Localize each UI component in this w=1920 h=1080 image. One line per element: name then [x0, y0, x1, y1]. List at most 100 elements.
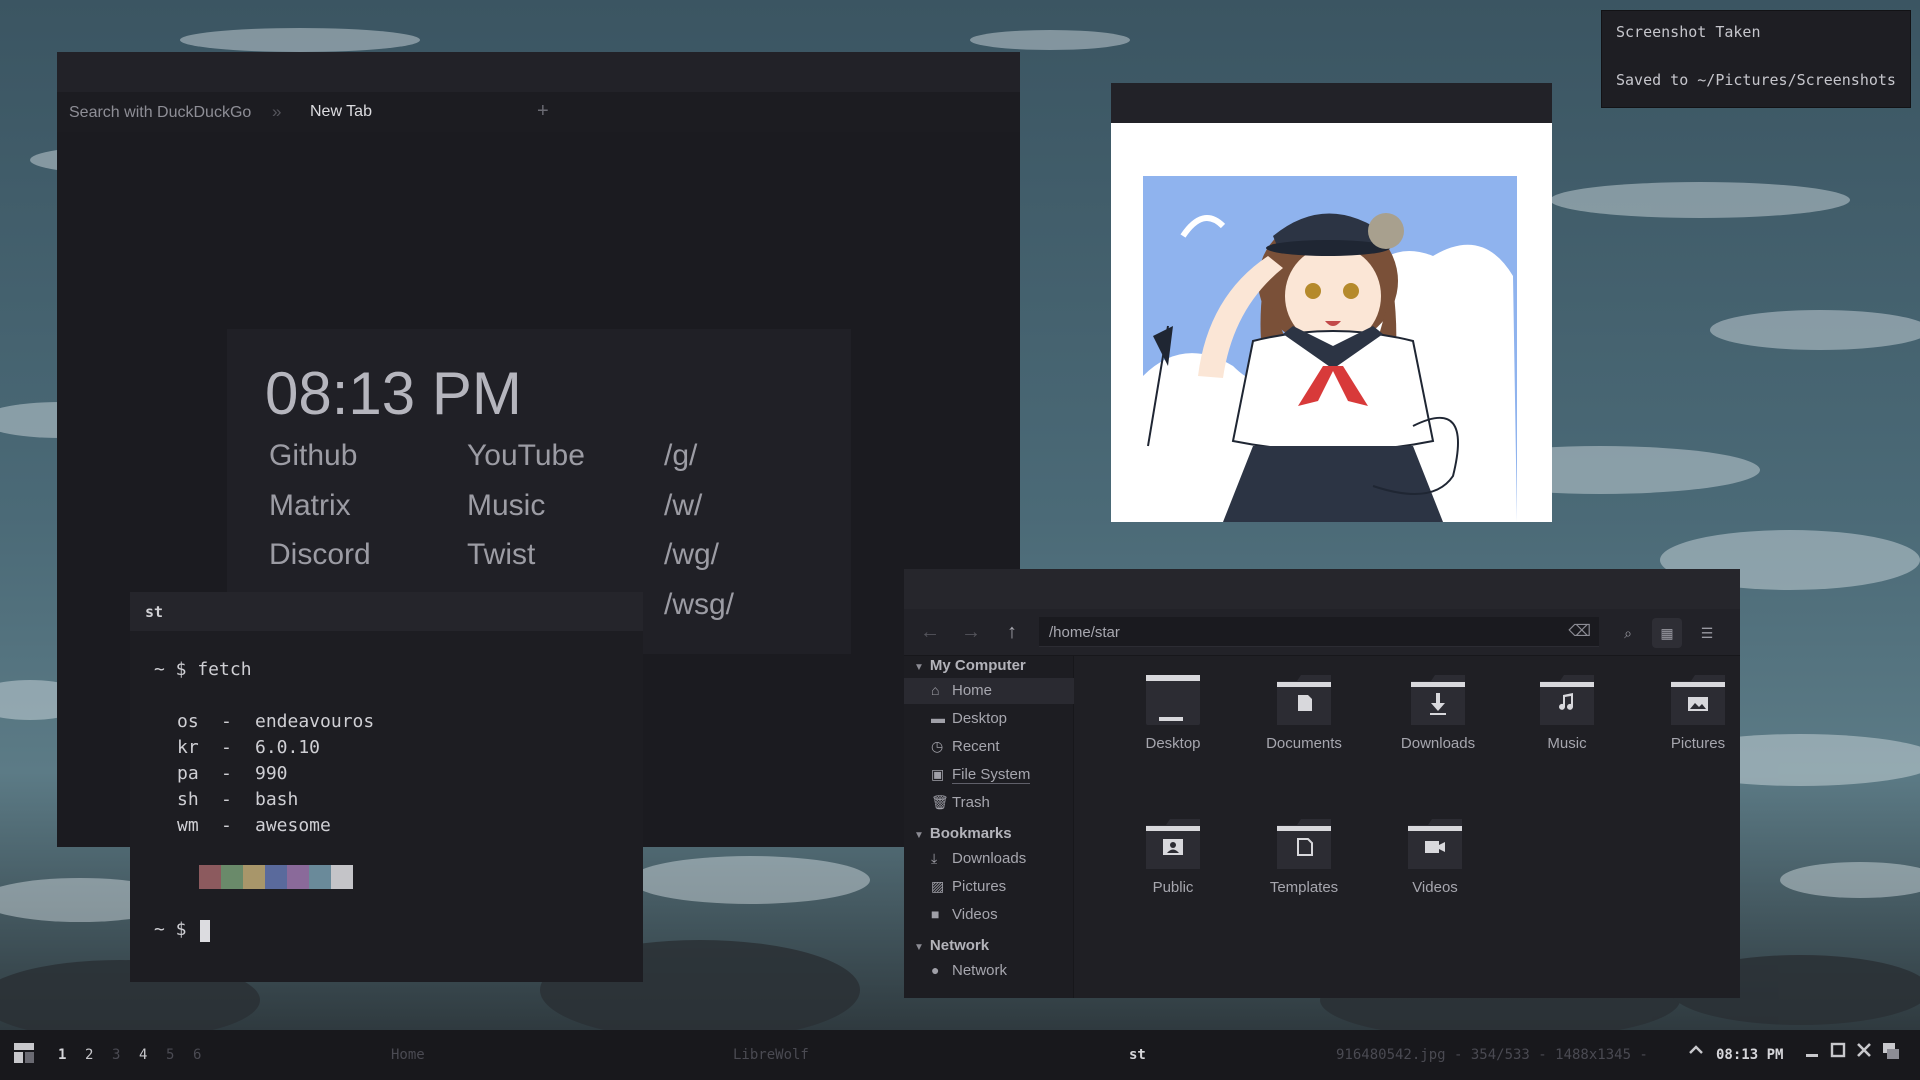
- image-viewer-window: [1111, 83, 1552, 522]
- image-viewer-titlebar[interactable]: [1111, 83, 1552, 123]
- link-discord[interactable]: Discord: [269, 538, 371, 572]
- location-path: /home/star: [1049, 624, 1120, 641]
- browser-tabbar: Search with DuckDuckGo » New Tab +: [57, 92, 1020, 132]
- list-view-button[interactable]: ☰: [1692, 618, 1722, 648]
- task-home[interactable]: Home: [391, 1047, 425, 1063]
- workspace-4[interactable]: 4: [139, 1047, 147, 1063]
- folder-music[interactable]: Music: [1512, 673, 1612, 783]
- globe-icon: ●: [931, 962, 940, 978]
- workspace-6[interactable]: 6: [193, 1047, 201, 1063]
- video-icon: ■: [931, 906, 940, 922]
- grid-view-icon: ▦: [1660, 625, 1674, 641]
- arrow-up-icon: ↑: [1007, 621, 1017, 643]
- search-button[interactable]: ⌕: [1613, 618, 1643, 648]
- link-youtube[interactable]: YouTube: [467, 439, 585, 473]
- folder-pictures[interactable]: Pictures: [1643, 673, 1743, 783]
- link-music[interactable]: Music: [467, 489, 545, 523]
- task-librewolf[interactable]: LibreWolf: [733, 1047, 809, 1063]
- browser-titlebar[interactable]: [57, 52, 1020, 92]
- music-folder-icon: [1540, 675, 1594, 725]
- folder-videos[interactable]: Videos: [1380, 817, 1480, 927]
- folder-documents[interactable]: Documents: [1249, 673, 1349, 783]
- screenshot-notification[interactable]: Screenshot Taken Saved to ~/Pictures/Scr…: [1601, 10, 1911, 108]
- fetch-sep: -: [221, 711, 232, 732]
- folder-public[interactable]: Public: [1118, 817, 1218, 927]
- fetch-sep: -: [221, 815, 232, 836]
- sidebar-item-videos[interactable]: ■ Videos: [904, 902, 1074, 928]
- sidebar-section-my-computer[interactable]: ▼ My Computer: [914, 657, 1026, 674]
- task-image-viewer[interactable]: 916480542.jpg - 354/533 - 1488x1345 -: [1336, 1047, 1648, 1063]
- videos-folder-icon: [1408, 819, 1462, 869]
- link-g[interactable]: /g/: [664, 439, 697, 473]
- download-icon: ⤓: [931, 850, 938, 866]
- downloads-folder-icon: [1411, 675, 1465, 725]
- terminal-titlebar[interactable]: st: [130, 592, 643, 631]
- image-icon: ▨: [931, 878, 945, 894]
- workspace-1[interactable]: 1: [58, 1047, 66, 1063]
- documents-folder-icon: [1277, 675, 1331, 725]
- window-stack-icon[interactable]: [1882, 1042, 1900, 1065]
- tray-expand-icon[interactable]: [1688, 1042, 1704, 1063]
- workspace-5[interactable]: 5: [166, 1047, 174, 1063]
- terminal-prompt: ~ $: [154, 919, 187, 940]
- task-st[interactable]: st: [1129, 1047, 1146, 1063]
- triangle-down-icon: ▼: [914, 942, 924, 953]
- sidebar-item-desktop[interactable]: ▬ Desktop: [904, 706, 1074, 732]
- link-wsg[interactable]: /wsg/: [664, 588, 734, 622]
- location-bar[interactable]: /home/star ⌫: [1039, 617, 1599, 647]
- sidebar-item-recent[interactable]: ◷ Recent: [904, 734, 1074, 760]
- icon-view-button[interactable]: ▦: [1652, 618, 1682, 648]
- fetch-value-wm: awesome: [255, 815, 331, 836]
- chevron-right-icon: »: [272, 102, 282, 121]
- folder-desktop[interactable]: Desktop: [1118, 673, 1218, 783]
- palette-swatch: [309, 865, 331, 889]
- fetch-key-os: os: [177, 711, 199, 732]
- clear-location-icon[interactable]: ⌫: [1568, 621, 1591, 641]
- triangle-down-icon: ▼: [914, 662, 924, 673]
- palette-swatch: [287, 865, 309, 889]
- palette-swatch: [243, 865, 265, 889]
- link-github[interactable]: Github: [269, 439, 357, 473]
- trash-icon: 🗑: [931, 794, 949, 810]
- new-tab-button[interactable]: +: [537, 100, 549, 123]
- up-button[interactable]: ↑: [1000, 620, 1024, 644]
- sidebar-section-bookmarks[interactable]: ▼ Bookmarks: [914, 825, 1012, 842]
- taskbar-clock[interactable]: 08:13 PM: [1716, 1047, 1783, 1063]
- layout-icon[interactable]: [14, 1043, 34, 1068]
- terminal-window[interactable]: st ~ $ fetch os - endeavouros kr - 6.0.1…: [130, 592, 643, 982]
- arrow-left-icon: ←: [920, 621, 940, 643]
- folder-templates[interactable]: Templates: [1249, 817, 1349, 927]
- palette-swatch: [177, 865, 199, 889]
- maximize-icon[interactable]: [1830, 1042, 1846, 1063]
- minimize-icon[interactable]: [1804, 1042, 1820, 1063]
- file-manager-titlebar[interactable]: [904, 569, 1740, 609]
- sidebar-item-file-system[interactable]: ▣ File System: [904, 762, 1074, 788]
- sidebar-section-network[interactable]: ▼ Network: [914, 937, 989, 954]
- pictures-folder-icon: [1671, 675, 1725, 725]
- forward-button[interactable]: →: [959, 620, 983, 644]
- terminal-cursor: [200, 920, 210, 942]
- link-w[interactable]: /w/: [664, 489, 702, 523]
- public-folder-icon: [1146, 819, 1200, 869]
- fetch-sep: -: [221, 789, 232, 810]
- link-twist[interactable]: Twist: [467, 538, 535, 572]
- sidebar-item-trash[interactable]: 🗑 Trash: [904, 790, 1074, 816]
- startpage-clock: 08:13 PM: [265, 360, 522, 427]
- close-icon[interactable]: [1856, 1042, 1872, 1063]
- palette-swatch: [331, 865, 353, 889]
- link-wg[interactable]: /wg/: [664, 538, 719, 572]
- folder-downloads[interactable]: Downloads: [1383, 673, 1483, 783]
- taskbar: 1 2 3 4 5 6 Home LibreWolf st 916480542.…: [0, 1030, 1920, 1080]
- back-button[interactable]: ←: [918, 620, 942, 644]
- sidebar-item-downloads[interactable]: ⤓ Downloads: [904, 846, 1074, 872]
- tab-new-tab[interactable]: New Tab: [310, 103, 372, 121]
- link-matrix[interactable]: Matrix: [269, 489, 351, 523]
- triangle-down-icon: ▼: [914, 830, 924, 841]
- sidebar-item-home[interactable]: ⌂ Home: [904, 678, 1074, 704]
- sidebar-item-network[interactable]: ● Network: [904, 958, 1074, 984]
- tab-search-duckduckgo[interactable]: Search with DuckDuckGo: [69, 104, 251, 122]
- plus-icon: +: [537, 100, 549, 122]
- workspace-2[interactable]: 2: [85, 1047, 93, 1063]
- sidebar-item-pictures[interactable]: ▨ Pictures: [904, 874, 1074, 900]
- workspace-3[interactable]: 3: [112, 1047, 120, 1063]
